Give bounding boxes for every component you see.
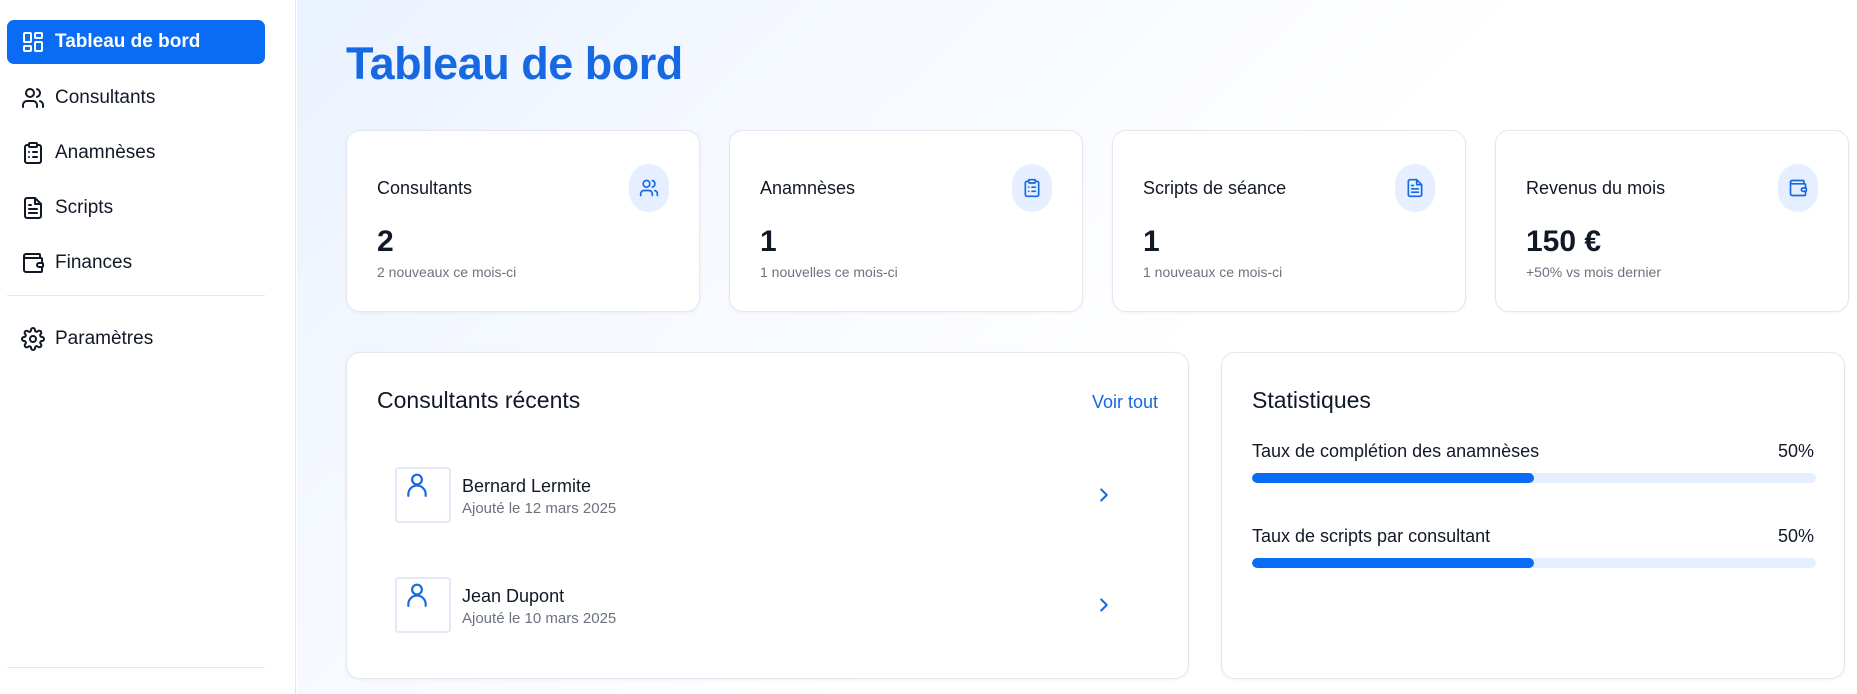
stat-subtext: 2 nouveaux ce mois-ci xyxy=(377,264,517,280)
progress-bar-scripts xyxy=(1252,558,1816,568)
stat-value: 1 xyxy=(760,225,777,258)
progress-bar-anamneses xyxy=(1252,473,1816,483)
sidebar-item-label: Scripts xyxy=(55,197,114,218)
layout-grid-icon xyxy=(21,30,45,54)
progress-label: Taux de complétion des anamnèses xyxy=(1252,441,1540,461)
consultant-date: Ajouté le 12 mars 2025 xyxy=(462,500,617,517)
recent-consultants-panel: Consultants récents Voir tout Bernard Le… xyxy=(346,352,1189,679)
sidebar-item-settings[interactable]: Paramètres xyxy=(7,317,265,361)
sidebar-item-finances[interactable]: Finances xyxy=(7,241,265,285)
list-item[interactable]: Jean Dupont Ajouté le 10 mars 2025 xyxy=(395,577,1115,633)
statistics-panel: Statistiques Taux de complétion des anam… xyxy=(1221,352,1845,679)
settings-icon xyxy=(21,327,45,351)
progress-value: 50% xyxy=(1777,441,1814,461)
sidebar-item-dashboard[interactable]: Tableau de bord xyxy=(7,20,265,64)
chevron-right-icon[interactable] xyxy=(1093,594,1115,616)
sidebar-item-label: Paramètres xyxy=(55,328,154,349)
clipboard-list-icon xyxy=(1012,164,1052,212)
page-title: Tableau de bord xyxy=(346,38,683,89)
stat-value: 150 € xyxy=(1526,225,1602,258)
wallet-icon xyxy=(1778,164,1818,212)
list-item[interactable]: Bernard Lermite Ajouté le 12 mars 2025 xyxy=(395,467,1115,523)
see-all-link[interactable]: Voir tout xyxy=(1092,392,1158,413)
sidebar-item-anamneses[interactable]: Anamnèses xyxy=(7,131,265,175)
users-icon xyxy=(629,164,669,212)
stat-subtext: 1 nouvelles ce mois-ci xyxy=(760,264,898,280)
progress-label: Taux de scripts par consultant xyxy=(1252,526,1491,546)
stat-label: Consultants xyxy=(377,178,473,198)
avatar xyxy=(395,467,451,523)
stat-subtext: 1 nouveaux ce mois-ci xyxy=(1143,264,1283,280)
main-content: Tableau de bord Consultants 2 2 nouveaux… xyxy=(297,0,1857,694)
users-icon xyxy=(21,86,45,110)
stat-value: 1 xyxy=(1143,225,1160,258)
user-icon xyxy=(407,473,427,497)
chevron-right-icon[interactable] xyxy=(1093,484,1115,506)
panel-title: Consultants récents xyxy=(377,387,581,413)
wallet-icon xyxy=(21,251,45,275)
stat-label: Scripts de séance xyxy=(1143,178,1287,198)
file-text-icon xyxy=(21,196,45,220)
sidebar-item-consultants[interactable]: Consultants xyxy=(7,76,265,120)
stat-card-consultants: Consultants 2 2 nouveaux ce mois-ci xyxy=(346,130,700,312)
stat-card-revenue: Revenus du mois 150 € +50% vs mois derni… xyxy=(1495,130,1849,312)
stat-value: 2 xyxy=(377,225,394,258)
sidebar-item-scripts[interactable]: Scripts xyxy=(7,186,265,230)
user-icon xyxy=(407,583,427,607)
sidebar-item-label: Tableau de bord xyxy=(55,31,201,52)
progress-value: 50% xyxy=(1777,526,1814,546)
progress-fill xyxy=(1252,558,1534,568)
sidebar-item-label: Finances xyxy=(55,252,133,273)
consultant-date: Ajouté le 10 mars 2025 xyxy=(462,610,617,627)
stat-card-anamneses: Anamnèses 1 1 nouvelles ce mois-ci xyxy=(729,130,1083,312)
stat-card-scripts: Scripts de séance 1 1 nouveaux ce mois-c… xyxy=(1112,130,1466,312)
sidebar-bottom-divider xyxy=(7,667,265,668)
sidebar-item-label: Anamnèses xyxy=(55,142,156,163)
sidebar: Tableau de bord Consultants Anamnèses Sc… xyxy=(0,0,296,694)
panel-title: Statistiques xyxy=(1252,387,1371,413)
clipboard-list-icon xyxy=(21,141,45,165)
stat-label: Revenus du mois xyxy=(1526,178,1666,198)
consultant-name: Jean Dupont xyxy=(462,586,565,606)
stat-label: Anamnèses xyxy=(760,178,856,198)
avatar xyxy=(395,577,451,633)
sidebar-divider xyxy=(7,295,265,296)
file-text-icon xyxy=(1395,164,1435,212)
consultant-name: Bernard Lermite xyxy=(462,476,592,496)
stat-subtext: +50% vs mois dernier xyxy=(1526,264,1662,280)
progress-fill xyxy=(1252,473,1534,483)
sidebar-item-label: Consultants xyxy=(55,87,156,108)
